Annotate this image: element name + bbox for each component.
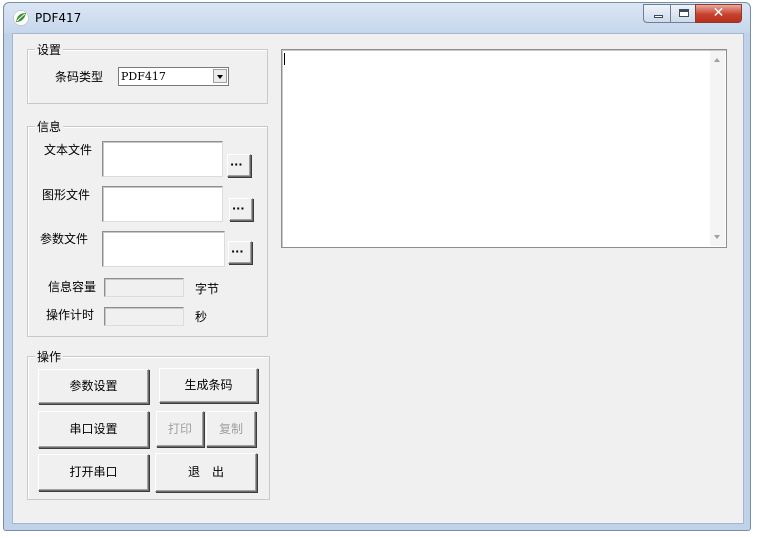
output-textarea[interactable] — [281, 49, 727, 248]
exit-button[interactable]: 退 出 — [155, 453, 257, 492]
param-settings-button[interactable]: 参数设置 — [38, 369, 149, 404]
chevron-down-icon[interactable] — [213, 69, 227, 83]
text-file-browse-button[interactable]: ··· — [227, 154, 251, 177]
barcode-type-value: PDF417 — [121, 70, 166, 83]
print-button[interactable]: 打印 — [156, 411, 204, 447]
timer-unit: 秒 — [195, 310, 208, 324]
timer-field — [104, 307, 184, 326]
leaf-logo-icon — [13, 10, 29, 26]
close-button[interactable]: ✕ — [695, 4, 742, 23]
title-bar[interactable]: PDF417 ✕ — [4, 3, 750, 31]
window-title: PDF417 — [35, 11, 82, 25]
maximize-button[interactable] — [670, 4, 696, 23]
param-file-label: 参数文件 — [40, 232, 89, 246]
scroll-down-arrow-icon[interactable] — [714, 235, 720, 239]
capacity-unit: 字节 — [195, 282, 220, 296]
scroll-up-arrow-icon[interactable] — [714, 58, 720, 62]
timer-label: 操作计时 — [46, 308, 95, 322]
image-file-label: 图形文件 — [42, 188, 91, 202]
param-file-input[interactable] — [102, 231, 225, 267]
ellipsis-icon: ··· — [231, 245, 244, 258]
app-window: PDF417 ✕ 设置 条码类型 PDF417 信息 文本文件 ··· 图形文件… — [3, 2, 751, 531]
maximize-icon — [679, 9, 689, 17]
info-group: 信息 文本文件 ··· 图形文件 ··· 参数文件 ··· 信息容量 字节 操作… — [27, 118, 268, 337]
client-area: 设置 条码类型 PDF417 信息 文本文件 ··· 图形文件 ··· 参数文件 — [12, 33, 744, 524]
capacity-label: 信息容量 — [48, 280, 97, 294]
text-file-label: 文本文件 — [44, 143, 93, 157]
capacity-field — [104, 278, 184, 297]
generate-barcode-button[interactable]: 生成条码 — [159, 368, 258, 403]
minimize-button[interactable] — [643, 4, 671, 23]
ellipsis-icon: ··· — [232, 202, 245, 215]
serial-settings-button[interactable]: 串口设置 — [38, 411, 149, 448]
open-serial-button[interactable]: 打开串口 — [38, 454, 149, 491]
settings-group-title: 设置 — [35, 41, 64, 58]
close-icon: ✕ — [712, 5, 725, 21]
vertical-scrollbar[interactable] — [710, 51, 725, 246]
image-file-input[interactable] — [102, 186, 223, 222]
barcode-type-label: 条码类型 — [55, 70, 104, 84]
settings-group: 设置 条码类型 PDF417 — [27, 41, 268, 104]
copy-button[interactable]: 复制 — [206, 411, 256, 447]
minimize-icon — [654, 15, 663, 18]
text-cursor — [284, 53, 285, 65]
param-file-browse-button[interactable]: ··· — [228, 241, 252, 264]
operations-group-title: 操作 — [35, 348, 64, 365]
operations-group: 操作 参数设置 生成条码 串口设置 打印 复制 打开串口 退 出 — [27, 348, 270, 500]
ellipsis-icon: ··· — [230, 158, 243, 171]
image-file-browse-button[interactable]: ··· — [229, 198, 253, 221]
barcode-type-select[interactable]: PDF417 — [118, 67, 229, 86]
text-file-input[interactable] — [102, 141, 223, 177]
info-group-title: 信息 — [35, 118, 64, 135]
